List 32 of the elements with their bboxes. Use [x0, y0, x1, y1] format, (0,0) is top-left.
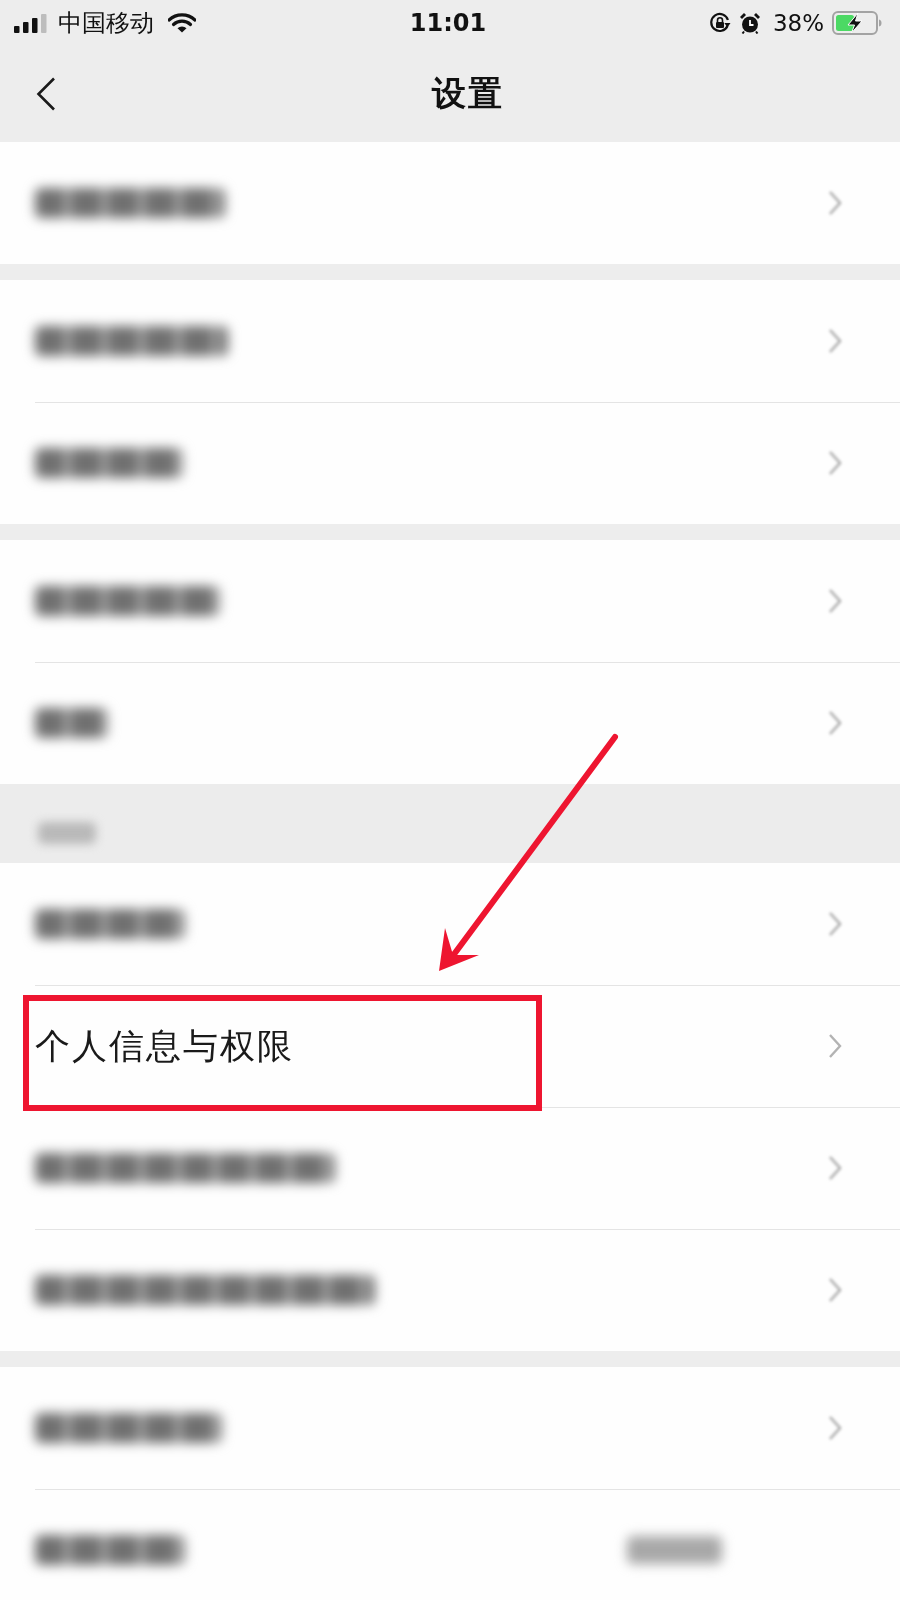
page-title: 设置 [432, 72, 504, 115]
status-time: 11:01 [409, 9, 487, 37]
chevron-icon [828, 1277, 842, 1303]
settings-item[interactable] [0, 1229, 900, 1351]
battery-charging-icon [832, 11, 882, 35]
chevron-icon [828, 1033, 842, 1059]
settings-item[interactable] [0, 142, 900, 264]
alarm-clock-icon [738, 12, 761, 34]
chevron-icon [828, 710, 842, 736]
settings-item[interactable] [0, 1107, 900, 1229]
chevron-icon [828, 450, 842, 476]
wifi-icon [168, 13, 196, 33]
settings-item[interactable] [0, 662, 900, 784]
chevron-icon [828, 911, 842, 937]
settings-item[interactable]: 个人信息与权限 [0, 985, 900, 1107]
back-icon[interactable] [36, 77, 56, 111]
chevron-icon [828, 328, 842, 354]
settings-item[interactable] [0, 402, 900, 524]
blurred-section-header [38, 822, 96, 844]
chevron-icon [828, 1415, 842, 1441]
settings-item[interactable] [0, 1367, 900, 1489]
carrier-name: 中国移动 [58, 8, 154, 39]
battery-percentage: 38% [772, 10, 824, 36]
settings-item[interactable] [0, 863, 900, 985]
settings-item[interactable] [0, 540, 900, 662]
chevron-icon [828, 190, 842, 216]
signal-icon [14, 13, 48, 33]
chevron-icon [828, 588, 842, 614]
settings-item[interactable] [0, 280, 900, 402]
chevron-icon [828, 1155, 842, 1181]
rotation-lock-icon [708, 12, 731, 34]
settings-item[interactable] [0, 1489, 900, 1600]
